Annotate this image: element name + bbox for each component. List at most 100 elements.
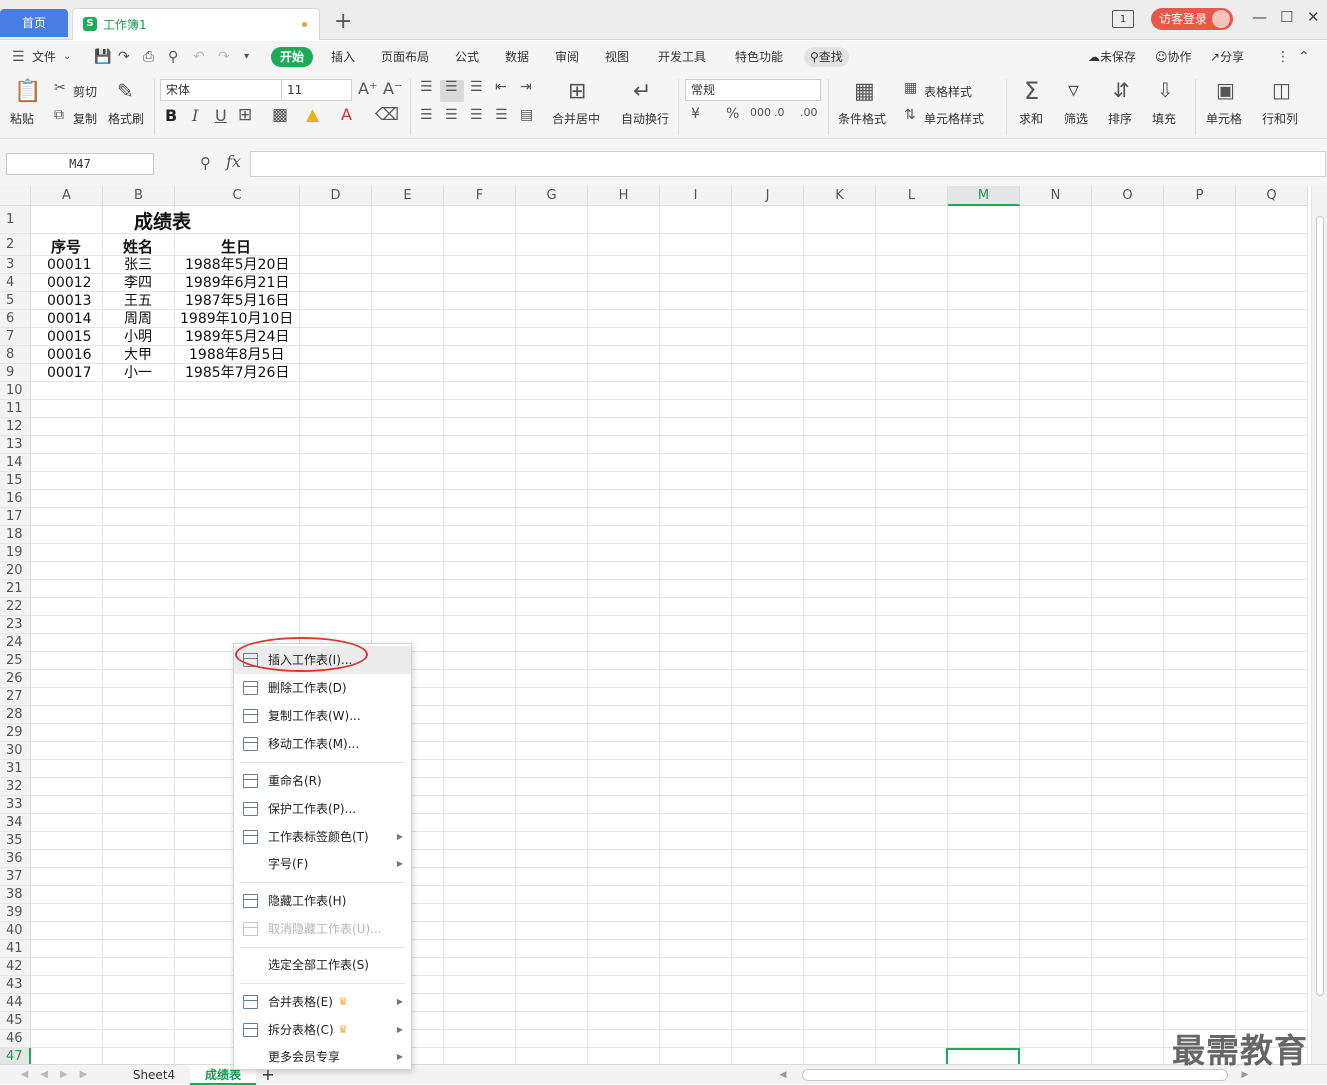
cell-id[interactable]: 00011 bbox=[47, 256, 92, 274]
scissors-icon[interactable]: ✂ bbox=[54, 80, 66, 96]
ctx-rename[interactable]: 重命名(R) bbox=[234, 767, 411, 795]
new-tab-plus-icon[interactable]: + bbox=[334, 9, 352, 35]
row-header-9[interactable]: 9 bbox=[0, 364, 31, 382]
menu-tab-developer[interactable]: 开发工具 bbox=[658, 48, 706, 66]
column-header-n[interactable]: N bbox=[1020, 186, 1092, 206]
ctx-more-member[interactable]: 更多会员专享 ▶ bbox=[234, 1043, 411, 1071]
column-header-m[interactable]: M bbox=[948, 186, 1020, 206]
decrease-decimal-icon[interactable]: .00 bbox=[800, 106, 818, 119]
wrap-text-button[interactable]: 自动换行 bbox=[621, 110, 669, 127]
table-style-button[interactable]: 表格样式 bbox=[924, 83, 972, 100]
menu-tab-insert[interactable]: 插入 bbox=[331, 48, 355, 66]
row-header-41[interactable]: 41 bbox=[0, 940, 31, 958]
share-button[interactable]: ↗分享 bbox=[1210, 48, 1244, 66]
row-header-36[interactable]: 36 bbox=[0, 850, 31, 868]
font-name-select[interactable]: 宋体 bbox=[160, 79, 282, 101]
decrease-indent-icon[interactable]: ⇤ bbox=[495, 79, 507, 95]
row-header-34[interactable]: 34 bbox=[0, 814, 31, 832]
column-header-o[interactable]: O bbox=[1092, 186, 1164, 206]
copy-icon[interactable]: ⧉ bbox=[54, 107, 64, 123]
filter-button[interactable]: 筛选 bbox=[1064, 110, 1088, 127]
cell-title[interactable]: 成绩表 bbox=[134, 208, 191, 236]
unsaved-status[interactable]: ☁未保存 bbox=[1088, 48, 1136, 66]
ctx-merge-table[interactable]: 合并表格(E) ♛ ▶ bbox=[234, 988, 411, 1016]
cell-birthday[interactable]: 1985年7月26日 bbox=[185, 364, 289, 382]
cell-fill-pattern-icon[interactable]: ▩ bbox=[272, 105, 288, 125]
ctx-move-sheet[interactable]: 移动工作表(M)... bbox=[234, 730, 411, 758]
redo-icon[interactable]: ↷ bbox=[218, 49, 230, 65]
sum-icon[interactable]: Σ bbox=[1024, 77, 1039, 105]
align-center-icon[interactable]: ☰ bbox=[445, 107, 458, 123]
italic-icon[interactable]: I bbox=[192, 106, 198, 125]
horizontal-scrollbar[interactable] bbox=[802, 1069, 1228, 1081]
cell-name[interactable]: 小明 bbox=[124, 328, 152, 346]
row-header-24[interactable]: 24 bbox=[0, 634, 31, 652]
row-header-25[interactable]: 25 bbox=[0, 652, 31, 670]
row-header-31[interactable]: 31 bbox=[0, 760, 31, 778]
column-header-f[interactable]: F bbox=[444, 186, 516, 206]
row-header-35[interactable]: 35 bbox=[0, 832, 31, 850]
clear-format-icon[interactable]: ⌫ bbox=[375, 105, 399, 125]
tab-workbook[interactable]: S 工作簿1 bbox=[72, 8, 320, 40]
cell-id[interactable]: 00012 bbox=[47, 274, 92, 292]
cell-style-button[interactable]: 单元格样式 bbox=[924, 110, 984, 127]
row-header-18[interactable]: 18 bbox=[0, 526, 31, 544]
column-header-q[interactable]: Q bbox=[1236, 186, 1308, 206]
cell-id[interactable]: 00015 bbox=[47, 328, 92, 346]
row-header-40[interactable]: 40 bbox=[0, 922, 31, 940]
cell-style-icon[interactable]: ⇅ bbox=[904, 107, 916, 123]
conditional-format-icon[interactable]: ▦ bbox=[854, 79, 875, 104]
menu-tab-page-layout[interactable]: 页面布局 bbox=[381, 48, 429, 66]
font-color-icon[interactable]: A bbox=[341, 105, 352, 124]
maximize-icon[interactable]: ☐ bbox=[1280, 8, 1293, 26]
align-bottom-icon[interactable]: ☰ bbox=[470, 79, 483, 95]
row-header-32[interactable]: 32 bbox=[0, 778, 31, 796]
align-top-icon[interactable]: ☰ bbox=[420, 79, 433, 95]
scroll-left-icon[interactable]: ◀ bbox=[768, 1065, 798, 1085]
align-right-icon[interactable]: ☰ bbox=[470, 107, 483, 123]
decrease-font-icon[interactable]: A⁻ bbox=[383, 79, 402, 98]
row-header-13[interactable]: 13 bbox=[0, 436, 31, 454]
font-size-select[interactable]: 11 bbox=[281, 79, 352, 101]
collaborate-button[interactable]: ☺协作 bbox=[1155, 48, 1192, 66]
increase-font-icon[interactable]: A⁺ bbox=[358, 79, 377, 98]
export-icon[interactable]: ↷ bbox=[118, 49, 130, 65]
more-icon[interactable]: ⋮ bbox=[1276, 49, 1290, 65]
row-col-button[interactable]: 行和列 bbox=[1262, 110, 1298, 127]
fx-icon[interactable]: fx bbox=[226, 152, 241, 171]
login-button[interactable]: 访客登录 bbox=[1151, 8, 1233, 30]
increase-indent-icon[interactable]: ⇥ bbox=[520, 79, 532, 95]
column-header-d[interactable]: D bbox=[300, 186, 372, 206]
wrap-text-icon[interactable]: ↵ bbox=[633, 79, 651, 104]
row-header-20[interactable]: 20 bbox=[0, 562, 31, 580]
cut-button[interactable]: 剪切 bbox=[73, 83, 97, 100]
header-birthday[interactable]: 生日 bbox=[221, 238, 251, 256]
row-header-29[interactable]: 29 bbox=[0, 724, 31, 742]
menu-tab-data[interactable]: 数据 bbox=[505, 48, 529, 66]
column-header-h[interactable]: H bbox=[588, 186, 660, 206]
conditional-format-button[interactable]: 条件格式 bbox=[838, 110, 886, 127]
ctx-delete-sheet[interactable]: 删除工作表(D) bbox=[234, 674, 411, 702]
thousands-icon[interactable]: 000 bbox=[750, 106, 771, 119]
column-header-b[interactable]: B bbox=[103, 186, 175, 206]
row-header-43[interactable]: 43 bbox=[0, 976, 31, 994]
row-header-33[interactable]: 33 bbox=[0, 796, 31, 814]
ctx-split-table[interactable]: 拆分表格(C) ♛ ▶ bbox=[234, 1016, 411, 1044]
row-header-5[interactable]: 5 bbox=[0, 292, 31, 310]
format-painter-icon[interactable]: ✎ bbox=[117, 79, 134, 103]
menu-tab-home[interactable]: 开始 bbox=[271, 47, 314, 67]
row-header-16[interactable]: 16 bbox=[0, 490, 31, 508]
percent-icon[interactable]: % bbox=[726, 106, 739, 122]
row-header-28[interactable]: 28 bbox=[0, 706, 31, 724]
ctx-select-all-sheets[interactable]: 选定全部工作表(S) bbox=[234, 951, 411, 979]
row-header-23[interactable]: 23 bbox=[0, 616, 31, 634]
ctx-protect-sheet[interactable]: 保护工作表(P)... bbox=[234, 795, 411, 823]
number-format-select[interactable]: 常规 bbox=[685, 79, 821, 101]
row-header-47[interactable]: 47 bbox=[0, 1048, 31, 1064]
save-icon[interactable]: 💾 bbox=[94, 49, 111, 65]
cell-icon[interactable]: ▣ bbox=[1216, 78, 1235, 102]
cell-birthday[interactable]: 1989年10月10日 bbox=[180, 310, 293, 328]
column-header-p[interactable]: P bbox=[1164, 186, 1236, 206]
scroll-thumb[interactable] bbox=[1316, 216, 1324, 996]
fill-icon[interactable]: ⇩ bbox=[1157, 78, 1174, 102]
